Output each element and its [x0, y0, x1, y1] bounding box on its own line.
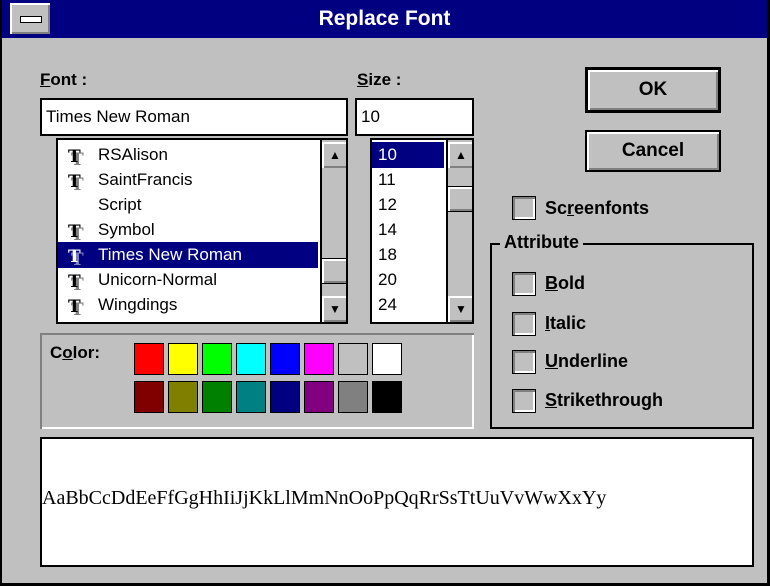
font-list-scrollbar[interactable]: ▲ ▼: [320, 140, 346, 322]
color-swatch[interactable]: [372, 343, 402, 375]
scroll-down-icon[interactable]: ▼: [322, 296, 346, 322]
title-bar[interactable]: Replace Font: [2, 0, 767, 38]
font-list-item-label: Times New Roman: [98, 245, 242, 264]
scroll-up-icon[interactable]: ▲: [322, 142, 346, 168]
size-input[interactable]: 10: [355, 98, 474, 136]
font-list-item[interactable]: T T Wingdings: [58, 292, 318, 320]
preview-sample-text: AaBbCcDdEeFfGgHhIiJjKkLlMmNnOoPpQqRrSsTt…: [42, 487, 607, 509]
size-list-item[interactable]: 18: [372, 242, 444, 268]
size-list-item[interactable]: 14: [372, 217, 444, 243]
color-label: Color:: [50, 343, 101, 362]
color-swatch[interactable]: [134, 343, 164, 375]
font-list-item[interactable]: T T Symbol: [58, 217, 318, 245]
scroll-down-icon[interactable]: ▼: [448, 296, 472, 322]
color-swatch[interactable]: [338, 343, 368, 375]
color-swatch[interactable]: [236, 343, 266, 375]
color-swatch[interactable]: [168, 381, 198, 413]
italic-checkbox[interactable]: [512, 312, 536, 336]
underline-checkbox[interactable]: [512, 350, 536, 374]
size-list-item[interactable]: 11: [372, 167, 444, 193]
font-list-item[interactable]: T T RSAlison: [58, 142, 318, 170]
font-list-item-label: Script: [98, 195, 142, 214]
size-list-item[interactable]: 12: [372, 192, 444, 218]
underline-label[interactable]: Underline: [545, 351, 628, 372]
color-swatch[interactable]: [270, 343, 300, 375]
bold-label[interactable]: Bold: [545, 273, 585, 294]
replace-font-dialog: Replace Font Font : Times New Roman T T RS…: [0, 0, 770, 586]
color-swatch[interactable]: [372, 381, 402, 413]
strikethrough-label[interactable]: Strikethrough: [545, 390, 663, 411]
font-list-item[interactable]: Script: [58, 192, 318, 218]
scroll-up-icon[interactable]: ▲: [448, 142, 472, 168]
bold-checkbox[interactable]: [512, 272, 536, 296]
strikethrough-checkbox[interactable]: [512, 389, 536, 413]
scroll-thumb[interactable]: [448, 186, 472, 212]
font-list-item-label: Symbol: [98, 220, 155, 239]
color-swatch[interactable]: [304, 343, 334, 375]
color-swatch[interactable]: [134, 381, 164, 413]
screenfonts-label[interactable]: Screenfonts: [545, 198, 649, 219]
size-list-item[interactable]: 10: [372, 142, 444, 168]
size-list-item[interactable]: 24: [372, 292, 444, 318]
color-swatch[interactable]: [304, 381, 334, 413]
color-swatch[interactable]: [270, 381, 300, 413]
font-list-item-label: Wingdings: [98, 295, 178, 314]
font-name-input[interactable]: Times New Roman: [40, 98, 348, 136]
color-swatch[interactable]: [168, 343, 198, 375]
font-list-item-label: SaintFrancis: [98, 170, 193, 189]
font-list[interactable]: T T RSAlison T T SaintFrancis Script T T Symbol T T…: [56, 138, 348, 324]
size-label: Size :: [357, 70, 402, 89]
cancel-button[interactable]: Cancel: [585, 130, 721, 172]
font-list-item[interactable]: T T Unicorn-Normal: [58, 267, 318, 295]
size-list-item[interactable]: 20: [372, 267, 444, 293]
size-list-scrollbar[interactable]: ▲ ▼: [446, 140, 472, 322]
font-list-item[interactable]: T T SaintFrancis: [58, 167, 318, 195]
size-list[interactable]: 10 11 12 14 18 20 24 ▲ ▼: [370, 138, 474, 324]
attribute-group-title: Attribute: [500, 232, 583, 253]
color-swatch[interactable]: [202, 381, 232, 413]
font-list-item-label: RSAlison: [98, 145, 168, 164]
color-swatch[interactable]: [202, 343, 232, 375]
scroll-thumb[interactable]: [322, 258, 346, 284]
window-title: Replace Font: [318, 7, 451, 30]
color-swatch[interactable]: [338, 381, 368, 413]
screenfonts-checkbox[interactable]: [512, 196, 536, 220]
font-list-item-label: Unicorn-Normal: [98, 270, 218, 289]
font-label: Font :: [40, 70, 88, 89]
italic-label[interactable]: Italic: [545, 313, 586, 334]
ok-button[interactable]: OK: [585, 67, 721, 113]
font-list-item[interactable]: T T Times New Roman: [58, 242, 318, 270]
color-swatch[interactable]: [236, 381, 266, 413]
font-preview: AaBbCcDdEeFfGgHhIiJjKkLlMmNnOoPpQqRrSsTt…: [40, 437, 754, 567]
